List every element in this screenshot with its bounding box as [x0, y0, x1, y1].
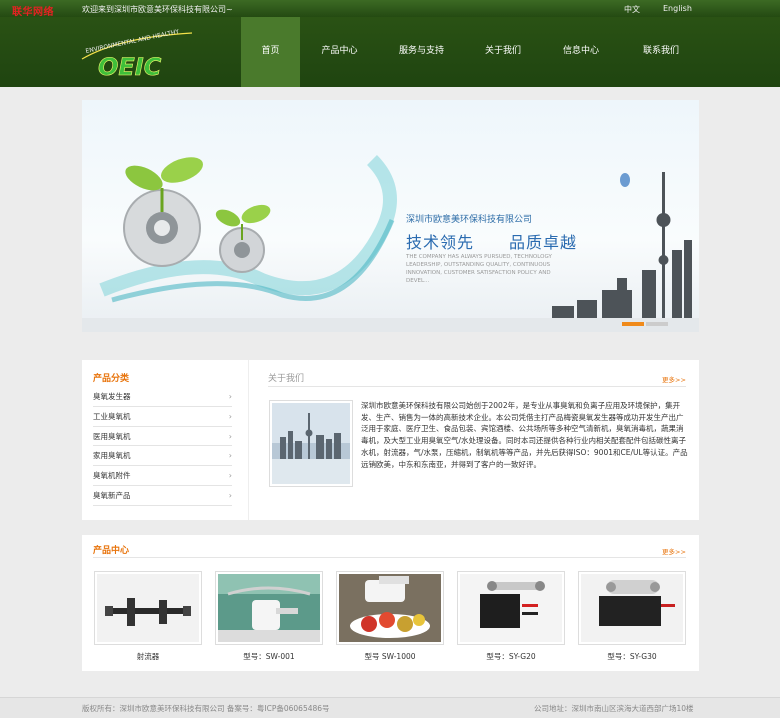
svg-text:OEIC: OEIC [98, 53, 162, 79]
middle-section: 产品分类 臭氧发生器 › 工业臭氧机 › 医用臭氧机 › 家用臭氧机 › 臭氧机附件 › … [82, 360, 699, 520]
category-label: 家用臭氧机 [93, 451, 131, 461]
footer-address: 公司地址：深圳市南山区滨海大道西部广场10楼 [534, 704, 694, 713]
product-card[interactable]: 型号：SW-001 [215, 571, 323, 662]
category-item[interactable]: 家用臭氧机 › [93, 446, 232, 467]
category-label: 臭氧机附件 [93, 471, 131, 481]
product-center: 产品中心 更多>> 射流器 型号：SW-001 型号 SW-1000 型号：SY… [82, 535, 699, 671]
category-title: 产品分类 [93, 374, 130, 384]
banner-english-text: THE COMPANY HAS ALWAYS PURSUED, TECHNOLO… [406, 254, 552, 284]
category-label: 医用臭氧机 [93, 431, 131, 441]
product-label: 型号 SW-1000 [364, 652, 416, 661]
category-label: 臭氧发生器 [93, 392, 131, 401]
banner-slogan-tech: 技术领先 [406, 233, 475, 252]
product-image[interactable] [578, 571, 686, 645]
nav-service-support[interactable]: 服务与支持 [379, 17, 464, 87]
nav-home[interactable]: 首页 [241, 17, 300, 87]
about-more-link[interactable]: 更多>> [662, 374, 686, 384]
product-image[interactable] [215, 571, 323, 645]
language-english-link[interactable]: English [663, 4, 692, 13]
chevron-right-icon: › [228, 451, 232, 461]
about-title: 关于我们 [268, 374, 305, 384]
about-image[interactable] [269, 400, 353, 487]
hero-banner[interactable]: 深圳市欧意美环保科技有限公司 技术领先 品质卓越 THE COMPANY HAS… [82, 100, 699, 332]
chevron-right-icon: › [228, 392, 232, 401]
category-item[interactable]: 臭氧新产品 › [93, 486, 232, 506]
category-list: 臭氧发生器 › 工业臭氧机 › 医用臭氧机 › 家用臭氧机 › 臭氧机附件 › 臭氧新产品… [93, 387, 232, 506]
top-bar: 联华网络 欢迎来到深圳市欧意美环保科技有限公司~ 中文 English [0, 0, 780, 18]
product-image[interactable] [336, 571, 444, 645]
category-label: 臭氧新产品 [93, 490, 131, 500]
chevron-right-icon: › [228, 431, 232, 441]
category-item[interactable]: 工业臭氧机 › [93, 407, 232, 427]
banner-dot[interactable] [622, 322, 644, 326]
nav-about-us[interactable]: 关于我们 [464, 17, 542, 87]
nav-contact-us[interactable]: 联系我们 [620, 17, 702, 87]
main-nav: 首页 产品中心 服务与支持 关于我们 信息中心 联系我们 [241, 17, 702, 87]
svg-text:ENVIRONMENTAL AND HEALTHY: ENVIRONMENTAL AND HEALTHY [85, 29, 180, 55]
banner-company-name: 深圳市欧意美环保科技有限公司 [406, 215, 533, 225]
brand-watermark: 联华网络 [12, 7, 54, 18]
product-image[interactable] [457, 571, 565, 645]
site-header: ENVIRONMENTAL AND HEALTHY OEIC 首页 产品中心 服… [0, 17, 780, 87]
chevron-right-icon: › [228, 471, 232, 481]
product-card[interactable]: 型号：SY-G20 [457, 571, 565, 662]
category-item[interactable]: 医用臭氧机 › [93, 427, 232, 447]
site-footer: 版权所有：深圳市欧意美环保科技有限公司 备案号：粤ICP备06065486号 公… [0, 697, 780, 718]
welcome-text: 欢迎来到深圳市欧意美环保科技有限公司~ [82, 5, 233, 14]
nav-news[interactable]: 信息中心 [542, 17, 620, 87]
footer-copyright: 版权所有：深圳市欧意美环保科技有限公司 备案号：粤ICP备06065486号 [82, 704, 330, 713]
chevron-right-icon: › [228, 411, 232, 421]
product-label: 型号：SY-G30 [607, 652, 657, 661]
category-item[interactable]: 臭氧机附件 › [93, 466, 232, 486]
company-logo[interactable]: ENVIRONMENTAL AND HEALTHY OEIC [80, 28, 196, 81]
product-center-title: 产品中心 [93, 546, 130, 556]
product-underline [93, 557, 686, 558]
product-label: 射流器 [136, 652, 160, 661]
language-chinese-link[interactable]: 中文 [624, 4, 640, 15]
chevron-right-icon: › [228, 490, 232, 500]
product-card[interactable]: 型号 SW-1000 [336, 571, 444, 662]
category-item[interactable]: 臭氧发生器 › [93, 387, 232, 407]
banner-dot[interactable] [646, 322, 668, 326]
product-label: 型号：SW-001 [243, 652, 295, 661]
about-underline [268, 386, 686, 387]
banner-illustration [82, 155, 699, 332]
product-label: 型号：SY-G20 [486, 652, 536, 661]
nav-products[interactable]: 产品中心 [300, 17, 379, 87]
product-card[interactable]: 射流器 [94, 571, 202, 662]
product-image[interactable] [94, 571, 202, 645]
about-description: 深圳市欧意美环保科技有限公司始创于2002年，是专业从事臭氧和负离子应用及环境保… [361, 401, 688, 469]
banner-pagination [622, 322, 668, 326]
section-divider [248, 360, 249, 520]
products-more-link[interactable]: 更多>> [662, 546, 686, 556]
banner-slogan-quality: 品质卓越 [509, 233, 578, 252]
category-label: 工业臭氧机 [93, 411, 131, 421]
product-card[interactable]: 型号：SY-G30 [578, 571, 686, 662]
